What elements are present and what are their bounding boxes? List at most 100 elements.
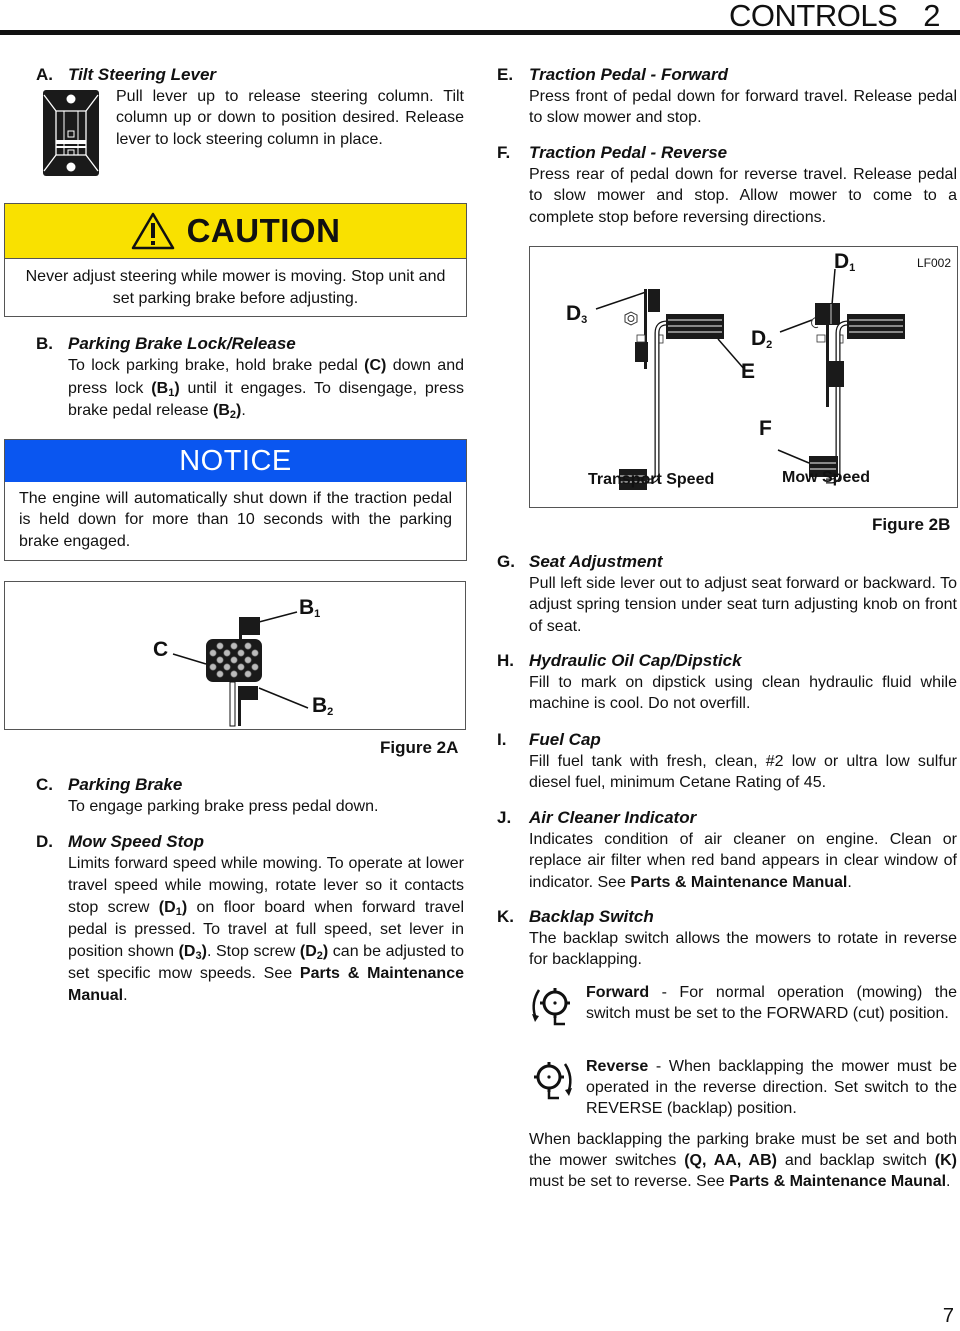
backlap-note: When backlapping the parking brake must … [529,1129,957,1193]
forward-label: Forward [586,983,650,1001]
backlap-reverse-icon [534,1061,572,1099]
caution-header: CAUTION [5,204,466,259]
transport-speed-label: Transport Speed [588,471,715,488]
figure-2a-caption: Figure 2A [380,738,459,757]
subscript: 2 [327,706,334,718]
section-g: G. Seat Adjustment Pull left side lever … [497,551,957,637]
backlap-reverse-text: Reverse - When backlapping the mower mus… [586,1056,957,1120]
section-letter: E. [497,65,514,84]
section-letter: F. [497,143,511,162]
subscript: 2 [766,339,773,351]
section-title: Parking Brake Lock/Release [68,334,296,353]
section-title: Backlap Switch [529,907,654,926]
ref: (D [178,943,196,960]
section-k: K. Backlap Switch The backlap switch all… [497,906,957,1192]
page-number: 7 [942,1305,954,1327]
section-h: H. Hydraulic Oil Cap/Dipstick Fill to ma… [497,650,957,715]
section-e: E. Traction Pedal - Forward Press front … [497,64,957,129]
text: must be set to reverse. See [529,1173,730,1191]
section-f: F. Traction Pedal - Reverse Press rear o… [497,142,957,228]
label: B [312,694,328,717]
section-title: Traction Pedal - Reverse [529,143,728,162]
section-i-heading: I. Fuel Cap [497,729,957,751]
mow-speed-label: Mow Speed [782,469,871,486]
figure-2a: C B1 B2 [4,581,466,730]
ref-d3: (D3) [178,943,207,962]
manual-reference: Parts & Maintenance Maunal [729,1173,947,1191]
section-e-text: Press front of pedal down for forward tr… [529,88,957,127]
section-name: CONTROLS [729,0,898,33]
section-title: Air Cleaner Indicator [529,808,697,827]
notice-text: The engine will automatically shut down … [19,490,452,550]
text: . [847,873,852,891]
ref-b1: (B1) [151,380,179,399]
figure-2b: LF002 D1 D3 D2 E F Transport Speed Mow S… [529,246,958,508]
backlap-forward-icon [532,987,570,1025]
section-b-text: To lock parking brake, hold brake pedal … [68,355,464,423]
section-letter: C. [36,775,53,794]
section-j: J. Air Cleaner Indicator Indicates condi… [497,807,957,893]
backlap-reverse-row: Reverse - When backlapping the mower mus… [529,1056,957,1120]
section-k-heading: K. Backlap Switch [497,906,957,928]
section-j-heading: J. Air Cleaner Indicator [497,807,957,829]
subscript: 1 [849,262,856,274]
section-d-text: Limits forward speed while mowing. To op… [68,853,464,1007]
ref-k: (K) [934,1151,958,1169]
section-g-heading: G. Seat Adjustment [497,551,957,573]
section-i: I. Fuel Cap Fill fuel tank with fresh, c… [497,729,957,794]
subscript: 3 [581,314,588,326]
section-title: Parking Brake [68,775,183,794]
section-title: Traction Pedal - Forward [529,65,729,84]
section-f-heading: F. Traction Pedal - Reverse [497,142,957,164]
section-a-text: Pull lever up to release steering column… [116,88,464,148]
ref: (B [212,402,230,419]
figure-code: LF002 [916,256,951,270]
label-c: C [153,638,169,661]
text: To lock parking brake, hold brake pedal [68,357,365,374]
warning-triangle-icon [131,212,174,250]
reverse-label: Reverse [586,1057,649,1075]
text: . [946,1173,951,1191]
section-title: Tilt Steering Lever [68,65,217,84]
section-letter: A. [36,65,53,84]
ref-d2: (D2) [300,943,328,962]
backlap-forward-text: Forward - For normal operation (mowing) … [586,982,957,1046]
section-a-heading: A. Tilt Steering Lever [36,64,464,86]
label-d3: D3 [566,302,587,326]
label-d2: D2 [751,327,772,351]
section-letter: G. [497,552,515,571]
section-d: D. Mow Speed Stop Limits forward speed w… [36,831,464,1007]
label: D [834,250,850,273]
notice-box: NOTICE The engine will automatically shu… [4,439,467,561]
mower-switch-refs: (Q, AA, AB) [684,1151,777,1169]
subscript: 1 [314,608,321,620]
section-i-text: Fill fuel tank with fresh, clean, #2 low… [529,753,957,792]
section-a: A. Tilt Steering Lever Pull lever up to … [36,64,464,177]
section-g-text: Pull left side lever out to adjust seat … [529,575,957,635]
section-letter: I. [497,730,507,749]
section-number: 2 [923,0,940,33]
section-c-text: To engage parking brake press pedal down… [68,798,379,815]
section-title: Fuel Cap [529,730,601,749]
section-k-text: The backlap switch allows the mowers to … [529,930,957,969]
section-title: Mow Speed Stop [68,832,204,851]
section-title: CONTROLS 2 [729,0,940,34]
notice-header: NOTICE [5,440,466,482]
section-title: Hydraulic Oil Cap/Dipstick [529,651,742,670]
label-b2: B2 [312,694,333,718]
label: B [299,596,315,619]
section-c-heading: C. Parking Brake [36,774,464,796]
notice-label: NOTICE [179,444,292,477]
section-b-heading: B. Parking Brake Lock/Release [36,333,464,355]
section-letter: J. [497,808,512,827]
section-h-heading: H. Hydraulic Oil Cap/Dipstick [497,650,957,672]
text: . [241,402,246,419]
section-letter: H. [497,651,514,670]
section-c: C. Parking Brake To engage parking brake… [36,774,464,817]
caution-label: CAUTION [186,212,341,249]
ref-b2: (B2) [212,402,241,421]
label: D [751,327,767,350]
figure-2b-caption: Figure 2B [872,515,951,534]
ref-d1: (D1) [159,899,187,918]
backlap-forward-row: Forward - For normal operation (mowing) … [529,982,957,1046]
